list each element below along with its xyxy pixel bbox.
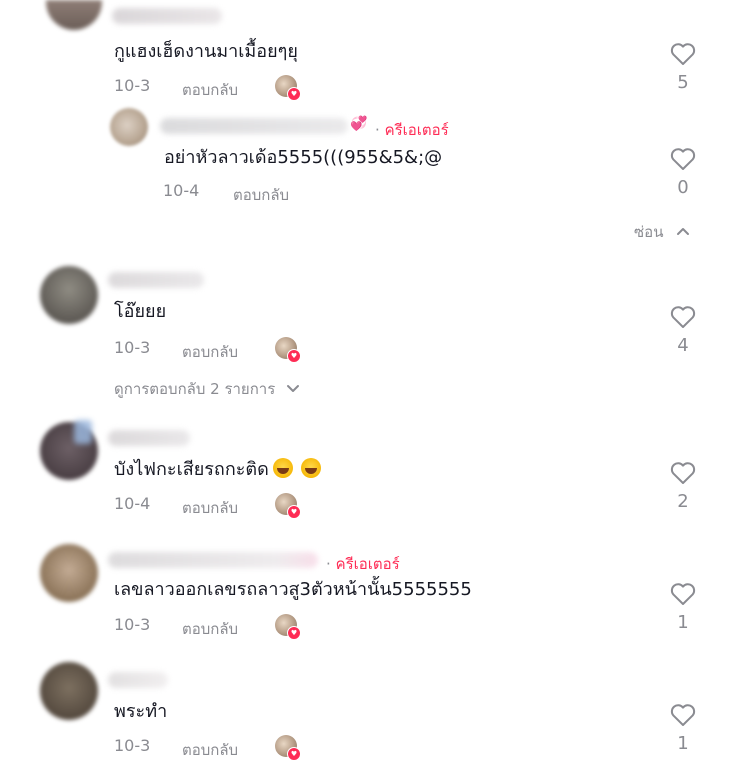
creator-badge: · ครีเอเตอร์ <box>326 555 400 573</box>
comment-date: 10-4 <box>114 494 151 513</box>
laughing-emoji-icon <box>300 458 321 478</box>
username[interactable] <box>74 420 92 444</box>
comment-date: 10-3 <box>114 338 151 357</box>
reply-button[interactable]: ตอบกลับ <box>182 496 238 520</box>
reply-button[interactable]: ตอบกลับ <box>182 738 238 762</box>
comment-date: 10-3 <box>114 76 151 95</box>
like-count: 1 <box>677 612 689 633</box>
username[interactable] <box>160 118 348 134</box>
hide-replies-button[interactable]: ซ่อน <box>634 220 690 244</box>
like-count: 4 <box>677 335 689 356</box>
view-replies-label: ดูการตอบกลับ 2 รายการ <box>114 380 276 398</box>
comment-date: 10-3 <box>114 736 151 755</box>
creator-badge: · ครีเอเตอร์ <box>375 121 449 139</box>
heart-outline-icon[interactable] <box>670 147 696 171</box>
comment-text: กูแฮงเฮ็ดงานมาเมื้อยๆยุ <box>114 41 298 62</box>
sparkling-hearts-icon: 💞 <box>350 116 368 132</box>
like-count: 1 <box>677 733 689 754</box>
heart-outline-icon[interactable] <box>670 42 696 66</box>
heart-outline-icon[interactable] <box>670 582 696 606</box>
like-count: 5 <box>677 72 689 93</box>
like-count: 0 <box>677 177 689 198</box>
avatar[interactable] <box>40 662 98 720</box>
comment-text-content: บังไฟกะเสียรถกะติด <box>114 459 269 480</box>
heart-badge-icon: ♥ <box>287 505 301 519</box>
heart-badge-icon: ♥ <box>287 349 301 363</box>
reply-date: 10-4 <box>163 181 200 200</box>
avatar[interactable] <box>46 0 102 30</box>
comment-text: พระทำ <box>114 701 168 722</box>
username[interactable] <box>108 672 168 688</box>
comment-text: โอ๊ยยย <box>114 301 167 322</box>
chevron-down-icon <box>287 385 300 392</box>
reply-text: อย่าหัวลาวเด้อ5555(((955&5&;@ <box>164 147 443 168</box>
reply-button[interactable]: ตอบกลับ <box>182 340 238 364</box>
avatar[interactable] <box>110 108 148 146</box>
avatar[interactable] <box>40 266 98 324</box>
username[interactable] <box>108 430 190 446</box>
reply-button[interactable]: ตอบกลับ <box>182 78 238 102</box>
username[interactable] <box>108 552 318 568</box>
heart-badge-icon: ♥ <box>287 747 301 761</box>
reply-button[interactable]: ตอบกลับ <box>182 617 238 641</box>
hide-replies-label: ซ่อน <box>634 223 664 241</box>
like-count: 2 <box>677 491 689 512</box>
view-replies-button[interactable]: ดูการตอบกลับ 2 รายการ <box>114 377 300 401</box>
laughing-emoji-icon <box>272 458 293 478</box>
reply-button[interactable]: ตอบกลับ <box>233 183 289 207</box>
comment-text: เลขลาวออกเลขรถลาวสู3ตัวหน้านั้น5555555 <box>114 579 472 600</box>
heart-badge-icon: ♥ <box>287 626 301 640</box>
heart-outline-icon[interactable] <box>670 305 696 329</box>
chevron-up-icon <box>677 228 690 235</box>
heart-outline-icon[interactable] <box>670 461 696 485</box>
heart-badge-icon: ♥ <box>287 87 301 101</box>
comment-date: 10-3 <box>114 615 151 634</box>
avatar[interactable] <box>40 544 98 602</box>
heart-outline-icon[interactable] <box>670 703 696 727</box>
username[interactable] <box>112 8 222 24</box>
username[interactable] <box>108 272 204 288</box>
comment-text: บังไฟกะเสียรถกะติด <box>114 458 321 482</box>
